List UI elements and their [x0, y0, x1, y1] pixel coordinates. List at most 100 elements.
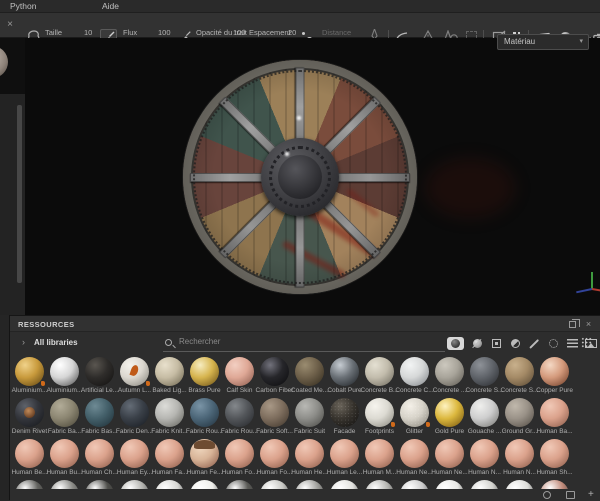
- material-thumbnail[interactable]: Human M...: [362, 439, 397, 480]
- material-thumbnail[interactable]: Concrete S...: [501, 357, 538, 398]
- material-thumbnail[interactable]: Copper Pure: [536, 357, 573, 398]
- material-thumbnail[interactable]: Human Ne...: [431, 439, 468, 480]
- grid-view-icon[interactable]: [581, 337, 592, 348]
- material-thumbnail[interactable]: Baked Lig...: [152, 357, 187, 398]
- material-mode-dropdown[interactable]: Matériau ▾: [497, 34, 589, 50]
- filter-brushes-icon[interactable]: [528, 338, 540, 350]
- footer-circle-icon[interactable]: [543, 491, 551, 499]
- material-thumbnail[interactable]: Human Fo...: [257, 439, 292, 480]
- material-thumbnail[interactable]: Human Bu...: [46, 439, 83, 480]
- material-thumbnail-partial[interactable]: [187, 480, 222, 489]
- material-label: Aluminium...: [46, 387, 83, 394]
- material-thumbnail[interactable]: Carbon Fiber: [256, 357, 293, 398]
- material-label: Coated Me...: [290, 387, 329, 394]
- shield-model[interactable]: [183, 60, 417, 294]
- resource-filters: [447, 335, 597, 352]
- close-panel-icon[interactable]: ×: [583, 319, 594, 330]
- material-thumbnail[interactable]: Human Ne...: [396, 439, 433, 480]
- material-thumbnail[interactable]: Calf Skin: [222, 357, 257, 398]
- material-thumbnail[interactable]: Human N...: [467, 439, 502, 480]
- material-thumbnail[interactable]: Human Be...: [11, 439, 48, 480]
- material-thumbnail[interactable]: Human Fe...: [187, 439, 222, 480]
- material-label: Ground Gr...: [501, 428, 538, 435]
- search-input[interactable]: [179, 337, 379, 346]
- resources-header[interactable]: RESSOURCES ×: [10, 316, 600, 332]
- material-thumbnail[interactable]: Coated Me...: [290, 357, 329, 398]
- material-thumbnail[interactable]: Concrete B...: [360, 357, 399, 398]
- material-thumbnail[interactable]: Fabric Ba...: [47, 398, 82, 439]
- material-thumbnail[interactable]: Human N...: [502, 439, 537, 480]
- material-thumbnail[interactable]: Facade: [327, 398, 362, 439]
- material-thumbnail[interactable]: Concrete ...: [432, 357, 467, 398]
- filter-filters-icon[interactable]: [509, 338, 521, 350]
- material-thumbnail[interactable]: Human Fo...: [222, 439, 257, 480]
- material-thumbnail-partial[interactable]: [117, 480, 152, 489]
- material-thumbnail[interactable]: Brass Pure: [187, 357, 222, 398]
- menu-python[interactable]: Python: [10, 1, 36, 11]
- material-thumbnail[interactable]: Concrete S...: [466, 357, 503, 398]
- material-thumbnail[interactable]: Fabric Knit...: [151, 398, 188, 439]
- material-thumbnail[interactable]: Footprints: [362, 398, 397, 439]
- material-thumbnail-partial[interactable]: [467, 480, 502, 489]
- material-thumbnail-partial[interactable]: [292, 480, 327, 489]
- filter-procedurals-icon[interactable]: [566, 338, 578, 350]
- material-thumbnail[interactable]: Human Ey...: [117, 439, 152, 480]
- material-thumbnail[interactable]: Human He...: [291, 439, 328, 480]
- material-thumbnail[interactable]: Concrete C...: [395, 357, 434, 398]
- material-thumbnail[interactable]: Fabric Suit: [292, 398, 327, 439]
- material-thumbnail[interactable]: Fabric Bas...: [81, 398, 118, 439]
- material-label: Fabric Suit: [293, 428, 326, 435]
- material-thumbnail[interactable]: Cobalt Pure: [327, 357, 362, 398]
- footer-image-icon[interactable]: [566, 491, 575, 499]
- filter-smart-masks-icon[interactable]: [490, 338, 502, 350]
- material-thumbnail[interactable]: Gold Pure: [432, 398, 467, 439]
- material-thumbnail-partial[interactable]: [537, 480, 572, 489]
- material-thumbnail[interactable]: Fabric Den...: [116, 398, 153, 439]
- material-thumbnail-partial[interactable]: [432, 480, 467, 489]
- material-thumbnail[interactable]: Denim Rivet: [12, 398, 47, 439]
- size-label: Taille: [45, 28, 63, 37]
- material-thumbnail[interactable]: Human Le...: [327, 439, 362, 480]
- chevron-right-icon[interactable]: ›: [22, 337, 25, 347]
- menu-bar: Python Aide: [0, 0, 600, 13]
- material-label: Human N...: [468, 469, 501, 476]
- chevron-down-icon: ▾: [579, 38, 583, 45]
- material-thumbnail-partial[interactable]: [257, 480, 292, 489]
- material-thumbnail[interactable]: Aluminium...: [47, 357, 82, 398]
- left-panel-scrollbar[interactable]: [17, 105, 22, 283]
- material-thumbnail[interactable]: Human Ch...: [81, 439, 118, 480]
- material-thumbnail[interactable]: Fabric Rou...: [186, 398, 223, 439]
- viewport-3d[interactable]: [25, 38, 600, 315]
- search-icon: [165, 339, 172, 346]
- material-thumbnail[interactable]: Fabric Soft...: [256, 398, 293, 439]
- material-thumbnail[interactable]: Gouache ...: [467, 398, 502, 439]
- add-resource-icon[interactable]: +: [588, 489, 594, 500]
- filter-materials-icon[interactable]: [447, 337, 464, 350]
- material-thumbnail-partial[interactable]: [47, 480, 82, 489]
- material-thumbnail[interactable]: Human Sh...: [536, 439, 573, 480]
- filter-particles-icon[interactable]: [547, 338, 559, 350]
- material-thumbnail[interactable]: Glitter: [397, 398, 432, 439]
- material-thumbnail-partial[interactable]: [502, 480, 537, 489]
- close-toolbar-icon[interactable]: ×: [4, 19, 16, 31]
- material-thumbnail[interactable]: Autumn L...: [117, 357, 152, 398]
- menu-aide[interactable]: Aide: [102, 1, 119, 11]
- material-thumbnail-partial[interactable]: [327, 480, 362, 489]
- material-label: Concrete B...: [360, 387, 399, 394]
- material-thumbnail[interactable]: Human Fa...: [152, 439, 187, 480]
- material-thumbnail[interactable]: Ground Gr...: [502, 398, 537, 439]
- material-thumbnail-partial[interactable]: [152, 480, 187, 489]
- material-thumbnail-partial[interactable]: [362, 480, 397, 489]
- material-thumbnail-partial[interactable]: [82, 480, 117, 489]
- material-thumbnail-partial[interactable]: [222, 480, 257, 489]
- library-selector[interactable]: All libraries: [34, 338, 78, 347]
- undock-panel-icon[interactable]: [569, 319, 580, 328]
- material-thumbnail[interactable]: Aluminium...: [12, 357, 47, 398]
- material-thumbnail[interactable]: Fabric Rou...: [221, 398, 258, 439]
- material-thumbnail[interactable]: Human Ba...: [536, 398, 573, 439]
- search-box[interactable]: [163, 335, 445, 352]
- material-thumbnail-partial[interactable]: [397, 480, 432, 489]
- material-thumbnail[interactable]: Artificial Le...: [81, 357, 118, 398]
- filter-smart-materials-icon[interactable]: [471, 338, 483, 350]
- material-thumbnail-partial[interactable]: [12, 480, 47, 489]
